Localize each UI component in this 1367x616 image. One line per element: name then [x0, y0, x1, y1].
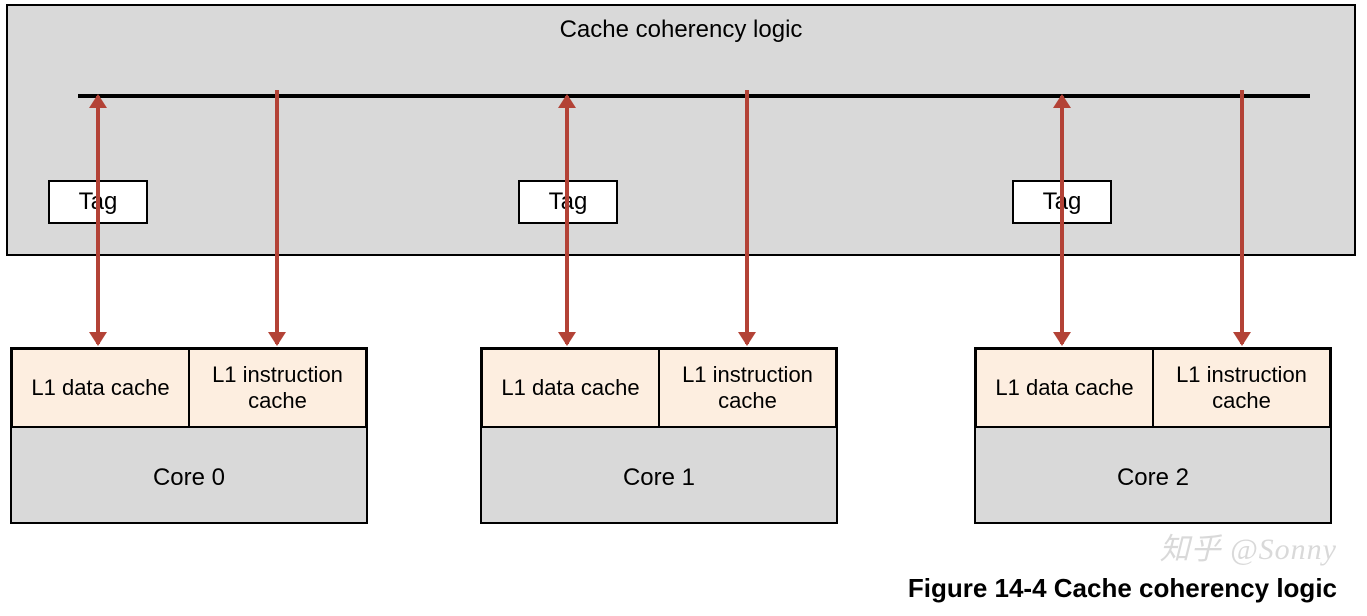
- core-0-l1i: L1 instruction cache: [190, 348, 367, 428]
- core-2-l1d: L1 data cache: [975, 348, 1154, 428]
- core-0-box: L1 data cache L1 instruction cache Core …: [10, 347, 368, 524]
- core-0-label: Core 0: [12, 464, 366, 492]
- arrow-down-core0: [275, 90, 279, 344]
- arrow-bi-core1: [565, 96, 569, 344]
- core-2-box: L1 data cache L1 instruction cache Core …: [974, 347, 1332, 524]
- core-1-l1i: L1 instruction cache: [660, 348, 837, 428]
- arrow-down-core2: [1240, 90, 1244, 344]
- core-2-l1i: L1 instruction cache: [1154, 348, 1331, 428]
- core-0-l1d: L1 data cache: [11, 348, 190, 428]
- core-1-box: L1 data cache L1 instruction cache Core …: [480, 347, 838, 524]
- cache-coherency-logic-box: Cache coherency logic Tag Tag Tag: [6, 4, 1356, 256]
- core-1-l1d: L1 data cache: [481, 348, 660, 428]
- figure-caption: Figure 14-4 Cache coherency logic: [908, 573, 1337, 604]
- coherency-title: Cache coherency logic: [8, 16, 1354, 44]
- core-0-l1-row: L1 data cache L1 instruction cache: [11, 348, 367, 428]
- bus-line: [78, 94, 1310, 98]
- core-1-l1-row: L1 data cache L1 instruction cache: [481, 348, 837, 428]
- arrow-bi-core2: [1060, 96, 1064, 344]
- core-1-label: Core 1: [482, 464, 836, 492]
- core-2-l1-row: L1 data cache L1 instruction cache: [975, 348, 1331, 428]
- diagram-canvas: Cache coherency logic Tag Tag Tag L1 dat…: [0, 0, 1367, 616]
- watermark-text: 知乎 @Sonny: [1160, 524, 1337, 568]
- arrow-down-core1: [745, 90, 749, 344]
- core-2-label: Core 2: [976, 464, 1330, 492]
- arrow-bi-core0: [96, 96, 100, 344]
